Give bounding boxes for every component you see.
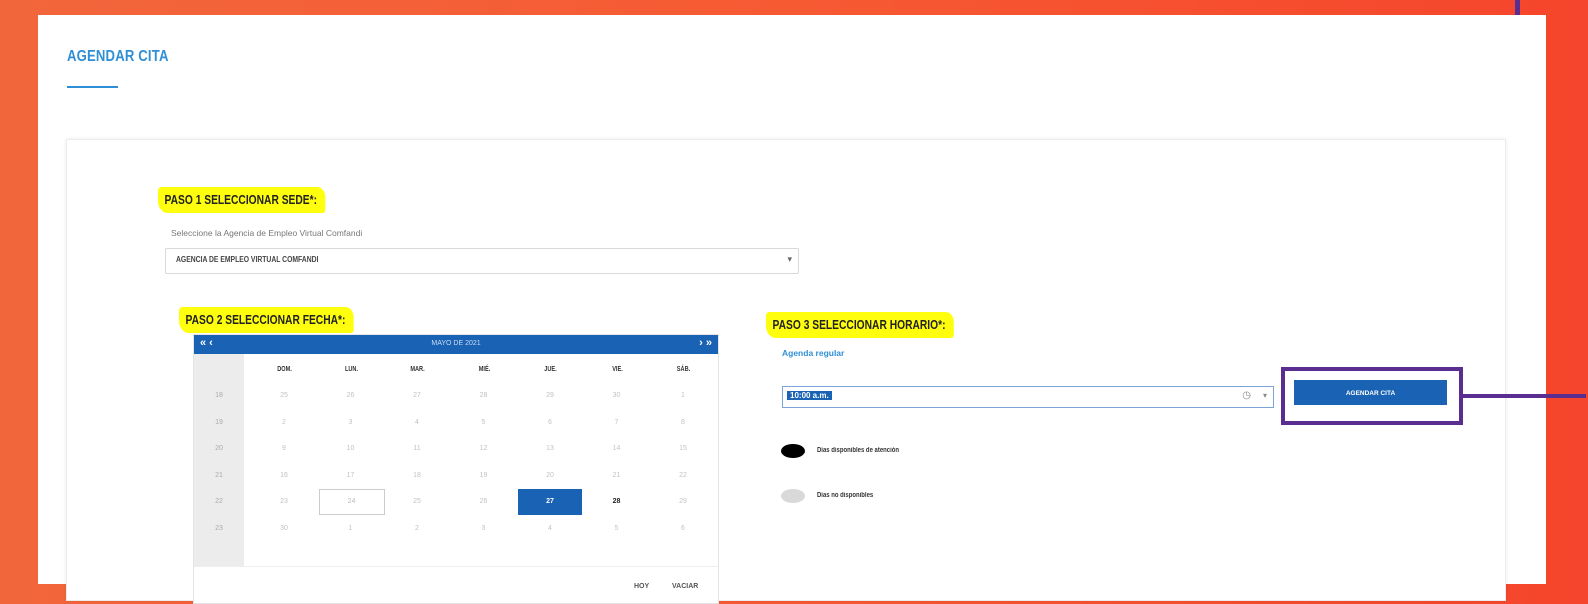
calendar-day-header: SÁB.: [676, 366, 691, 373]
legend-unavailable-label: Días no disponibles: [817, 492, 874, 499]
time-select[interactable]: 10:00 a.m. ◷ ▾: [782, 386, 1274, 408]
calendar-day[interactable]: 14: [585, 436, 649, 462]
calendar-day[interactable]: 6: [651, 516, 715, 542]
calendar-day[interactable]: 3: [452, 516, 516, 542]
calendar-day-header: VIE.: [611, 366, 623, 373]
calendar-day[interactable]: 7: [585, 410, 649, 436]
calendar-day[interactable]: 4: [385, 410, 449, 436]
appointment-card: PASO 1 SELECCIONAR SEDE*: Seleccione la …: [66, 139, 1586, 604]
calendar-day[interactable]: 2: [252, 410, 316, 436]
week-number: 22: [215, 498, 223, 505]
page-title: AGENDAR CITA: [67, 48, 169, 65]
legend-unavailable-dot: [781, 489, 805, 503]
calendar-day[interactable]: 3: [319, 410, 383, 436]
week-number: 18: [215, 392, 223, 399]
calendar-day[interactable]: 27: [518, 489, 582, 515]
week-number: 20: [215, 445, 223, 452]
calendar-day[interactable]: 30: [252, 516, 316, 542]
calendar-day[interactable]: 23: [252, 489, 316, 515]
schedule-subheading: Agenda regular: [782, 348, 845, 358]
clear-button[interactable]: VACIAR: [672, 583, 698, 590]
step1-hint: Seleccione la Agencia de Empleo Virtual …: [171, 228, 363, 238]
calendar-day[interactable]: 9: [252, 436, 316, 462]
calendar-month-label: MAYO DE 2021: [431, 340, 481, 347]
calendar-day-header: LUN.: [344, 366, 358, 373]
calendar-day[interactable]: 1: [651, 383, 715, 409]
calendar-day[interactable]: 29: [518, 383, 582, 409]
date-picker-calendar: « ‹ MAYO DE 2021 › » DOM. LUN. MAR. MIÉ. JUE…: [193, 334, 719, 604]
week-number: 21: [215, 471, 223, 479]
calendar-day[interactable]: 16: [252, 463, 316, 489]
calendar-day[interactable]: 28: [585, 489, 649, 515]
sede-select-value: AGENCIA DE EMPLEO VIRTUAL COMFANDI: [176, 255, 319, 264]
calendar-day-header: MIÉ.: [478, 366, 490, 373]
calendar-day[interactable]: 26: [319, 383, 383, 409]
calendar-day[interactable]: 26: [452, 489, 516, 515]
today-button[interactable]: HOY: [634, 583, 649, 590]
legend-available-dot: [781, 444, 805, 458]
calendar-footer: HOY VACIAR: [194, 566, 718, 604]
step2-title: PASO 2 SELECCIONAR FECHA*:: [179, 307, 354, 333]
week-number: 23: [215, 524, 223, 532]
week-number-column: [194, 354, 244, 566]
main-panel: AGENDAR CITA PASO 1 SELECCIONAR SEDE*: S…: [38, 15, 1586, 604]
calendar-day[interactable]: 28: [452, 383, 516, 409]
step3-title: PASO 3 SELECCIONAR HORARIO*:: [766, 312, 954, 338]
calendar-day[interactable]: 13: [518, 436, 582, 462]
schedule-appointment-button[interactable]: AGENDAR CITA: [1294, 380, 1447, 405]
step1-title: PASO 1 SELECCIONAR SEDE*:: [158, 187, 326, 213]
calendar-day[interactable]: 27: [385, 383, 449, 409]
calendar-day[interactable]: 21: [585, 463, 649, 489]
calendar-header: « ‹ MAYO DE 2021 › »: [194, 335, 718, 354]
time-select-value: 10:00 a.m.: [787, 391, 832, 400]
calendar-day[interactable]: 15: [651, 436, 715, 462]
calendar-day-header: JUE.: [544, 366, 557, 373]
calendar-day[interactable]: 12: [452, 436, 516, 462]
calendar-day[interactable]: 30: [585, 383, 649, 409]
calendar-next-icon[interactable]: › »: [699, 337, 712, 349]
calendar-day[interactable]: 5: [585, 516, 649, 542]
week-number: 19: [215, 418, 223, 426]
calendar-day[interactable]: 4: [518, 516, 582, 542]
title-underline: [67, 86, 118, 88]
calendar-day-header: DOM.: [277, 366, 292, 373]
legend-available-label: Días disponibles de atención: [817, 447, 899, 454]
calendar-day[interactable]: 11: [385, 436, 449, 462]
calendar-day[interactable]: 29: [651, 489, 715, 515]
calendar-day[interactable]: 17: [319, 463, 383, 489]
annotation-connector-horizontal: [1463, 394, 1586, 398]
calendar-day[interactable]: 6: [518, 410, 582, 436]
calendar-day[interactable]: 25: [385, 489, 449, 515]
calendar-day[interactable]: 18: [385, 463, 449, 489]
calendar-day[interactable]: 25: [252, 383, 316, 409]
calendar-day[interactable]: 5: [452, 410, 516, 436]
calendar-day[interactable]: 1: [319, 516, 383, 542]
calendar-day[interactable]: 19: [452, 463, 516, 489]
calendar-day[interactable]: 24: [318, 489, 385, 515]
calendar-day-header: MAR.: [410, 366, 425, 373]
sede-select[interactable]: AGENCIA DE EMPLEO VIRTUAL COMFANDI ▾: [165, 248, 799, 274]
calendar-day[interactable]: 2: [385, 516, 449, 542]
clock-icon: ◷: [1242, 390, 1251, 401]
chevron-down-icon: ▾: [787, 254, 792, 264]
calendar-day[interactable]: 22: [651, 463, 715, 489]
calendar-day[interactable]: 10: [319, 436, 383, 462]
chevron-down-icon: ▾: [1262, 391, 1267, 400]
calendar-day[interactable]: 8: [651, 410, 715, 436]
calendar-day[interactable]: 20: [518, 463, 582, 489]
